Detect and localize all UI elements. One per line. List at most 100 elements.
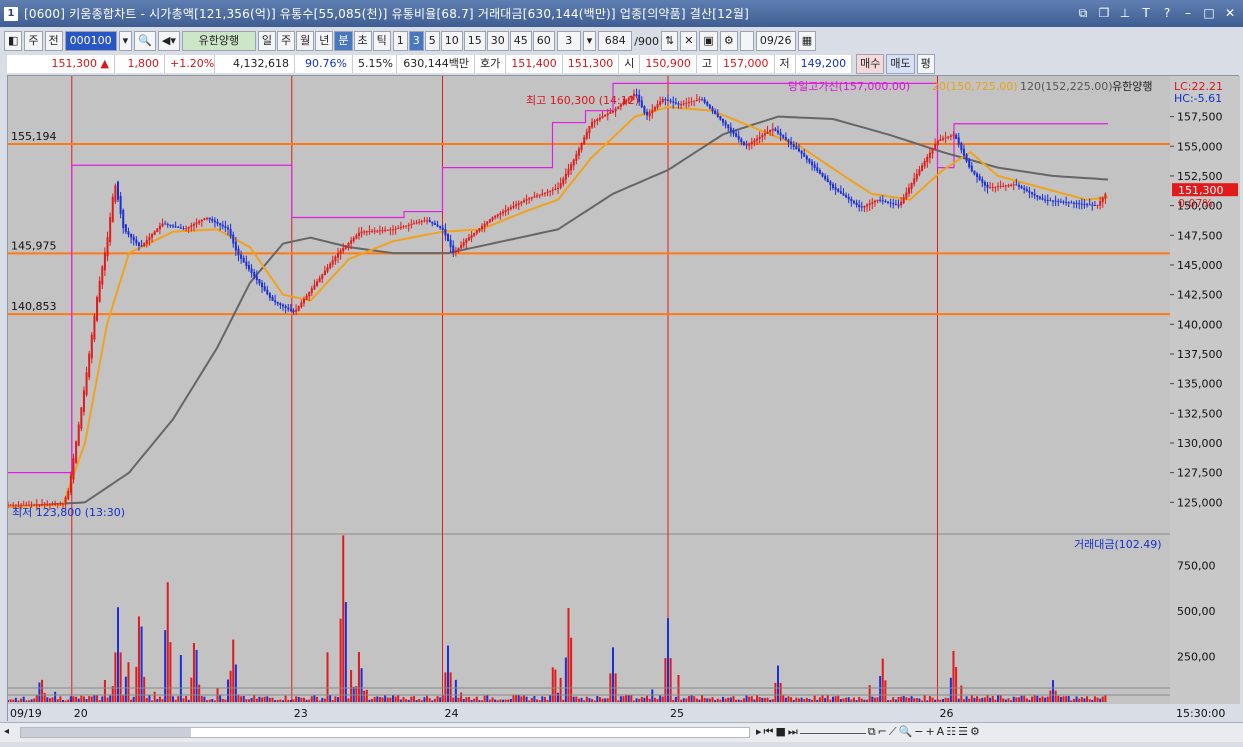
- horizontal-scrollbar[interactable]: [20, 727, 750, 738]
- volume-bar: [166, 582, 169, 702]
- stock-code-input[interactable]: 000100: [64, 31, 117, 51]
- candle-body: [1091, 204, 1094, 206]
- settings-icon[interactable]: ⚙: [970, 725, 980, 739]
- candle-body: [109, 217, 112, 243]
- help-icon[interactable]: ?: [1158, 5, 1176, 21]
- zoom-out-icon[interactable]: −: [914, 725, 923, 739]
- bid-price: 151,400: [506, 55, 563, 73]
- eval-button[interactable]: 평: [916, 54, 935, 74]
- volume-bar: [111, 686, 114, 702]
- volume-bar: [769, 699, 772, 702]
- candle-body: [884, 201, 887, 203]
- volume-bar: [198, 684, 201, 702]
- candle-body: [737, 135, 740, 140]
- gear-icon[interactable]: ⚙: [719, 31, 738, 51]
- dropdown-icon[interactable]: ▾: [118, 31, 133, 51]
- candle-body: [1049, 200, 1052, 202]
- candle-body: [562, 178, 565, 185]
- volume-bar: [889, 699, 892, 702]
- fast-forward-icon[interactable]: ⏭: [788, 725, 798, 739]
- magnifier-icon[interactable]: 🔍: [899, 725, 913, 739]
- panel-toggle-icon[interactable]: ◧: [4, 31, 23, 51]
- volume-bar: [491, 697, 494, 702]
- speaker-icon[interactable]: ◀▾: [157, 31, 180, 51]
- chart-area[interactable]: 155,194 145,975 140,853 157,500 155,000 152,…: [7, 75, 1240, 722]
- draw-tool-icon[interactable]: ⌐: [878, 725, 887, 739]
- font-icon[interactable]: T: [1137, 5, 1155, 21]
- crosshair-icon[interactable]: ✕: [680, 31, 698, 51]
- tick-button[interactable]: 10: [440, 31, 463, 51]
- timeframe-button[interactable]: 년: [315, 31, 334, 51]
- count-dropdown-icon[interactable]: ▾: [582, 31, 597, 51]
- volume-bar: [402, 696, 405, 702]
- zoom-window-icon[interactable]: ⧉: [868, 725, 876, 739]
- tick-button[interactable]: 60: [532, 31, 555, 51]
- count-input[interactable]: 3: [556, 31, 581, 51]
- candle-body: [845, 195, 848, 198]
- title-bar: 1 [0600] 키움종합차트 - 시가총액[121,356(억)] 유통수[5…: [0, 0, 1243, 27]
- tick-button[interactable]: 30: [486, 31, 509, 51]
- buy-button[interactable]: 매수: [856, 54, 885, 74]
- candle-body: [486, 221, 489, 225]
- candle-body: [67, 491, 70, 499]
- maximize-icon[interactable]: □: [1200, 5, 1218, 21]
- grid-icon[interactable]: ☷: [946, 725, 956, 739]
- scroll-left-icon[interactable]: ◂: [4, 726, 16, 738]
- copy-window-icon[interactable]: ❐: [1095, 5, 1113, 21]
- candle-body: [559, 183, 562, 189]
- close-icon[interactable]: ✕: [1221, 5, 1239, 21]
- candle-body: [69, 475, 72, 493]
- prev-button[interactable]: 전: [44, 31, 63, 51]
- zoom-in-icon[interactable]: +: [925, 725, 934, 739]
- chart-config-icon[interactable]: ⇅: [660, 31, 679, 51]
- scroll-thumb[interactable]: [21, 728, 191, 737]
- minimize-icon[interactable]: –: [1179, 5, 1197, 21]
- tick-button[interactable]: 5: [424, 31, 440, 51]
- price-chart[interactable]: 155,194 145,975 140,853 157,500 155,000 152,…: [7, 76, 1240, 722]
- volume-bar: [986, 695, 989, 702]
- search-icon[interactable]: 🔍: [134, 31, 156, 51]
- timeframe-button[interactable]: 일: [257, 31, 276, 51]
- timeframe-button[interactable]: 분: [334, 31, 353, 51]
- timeframe-button[interactable]: 주: [277, 31, 296, 51]
- candle-body: [145, 239, 148, 244]
- scroll-right-icon[interactable]: ▸: [756, 725, 762, 739]
- line-tool-icon[interactable]: ⟋: [889, 725, 897, 739]
- volume-bar: [190, 677, 193, 702]
- legend-name: 유한양행: [1112, 80, 1152, 93]
- volume-bar: [185, 696, 188, 702]
- candle-body: [931, 148, 934, 154]
- volume-bar: [255, 698, 258, 702]
- volume-bar: [412, 696, 415, 702]
- candle-body: [177, 226, 180, 228]
- candle-body: [1080, 203, 1083, 205]
- date-input[interactable]: 09/26: [755, 31, 796, 51]
- candle-body: [779, 132, 782, 136]
- tick-button[interactable]: 3: [408, 31, 424, 51]
- date-checkbox[interactable]: [739, 31, 754, 51]
- pin-icon[interactable]: ⊥: [1116, 5, 1134, 21]
- range-input[interactable]: 684: [598, 31, 633, 51]
- tick-button[interactable]: 15: [463, 31, 486, 51]
- volume-bar: [619, 696, 622, 702]
- timeframe-button[interactable]: 초: [353, 31, 372, 51]
- tick-button[interactable]: 1: [392, 31, 408, 51]
- candle-body: [771, 128, 774, 131]
- tick-button[interactable]: 45: [509, 31, 532, 51]
- link-icon[interactable]: ⧉: [1074, 5, 1092, 21]
- save-icon[interactable]: ▣: [699, 31, 718, 51]
- period-select[interactable]: 주: [24, 31, 43, 51]
- stop-icon[interactable]: ■: [775, 725, 785, 739]
- timeframe-button[interactable]: 틱: [372, 31, 391, 51]
- candle-body: [813, 164, 816, 169]
- candle-body: [266, 289, 269, 295]
- timeframe-button[interactable]: 월: [296, 31, 315, 51]
- calendar-icon[interactable]: ▦: [797, 31, 817, 51]
- sell-button[interactable]: 매도: [886, 54, 915, 74]
- text-tool-icon[interactable]: A: [937, 725, 945, 739]
- candle-body: [824, 175, 827, 180]
- rewind-icon[interactable]: ⏮: [764, 725, 774, 739]
- list-icon[interactable]: ☰: [958, 725, 968, 739]
- volume-bar: [716, 698, 719, 702]
- zoom-slider[interactable]: [799, 733, 866, 739]
